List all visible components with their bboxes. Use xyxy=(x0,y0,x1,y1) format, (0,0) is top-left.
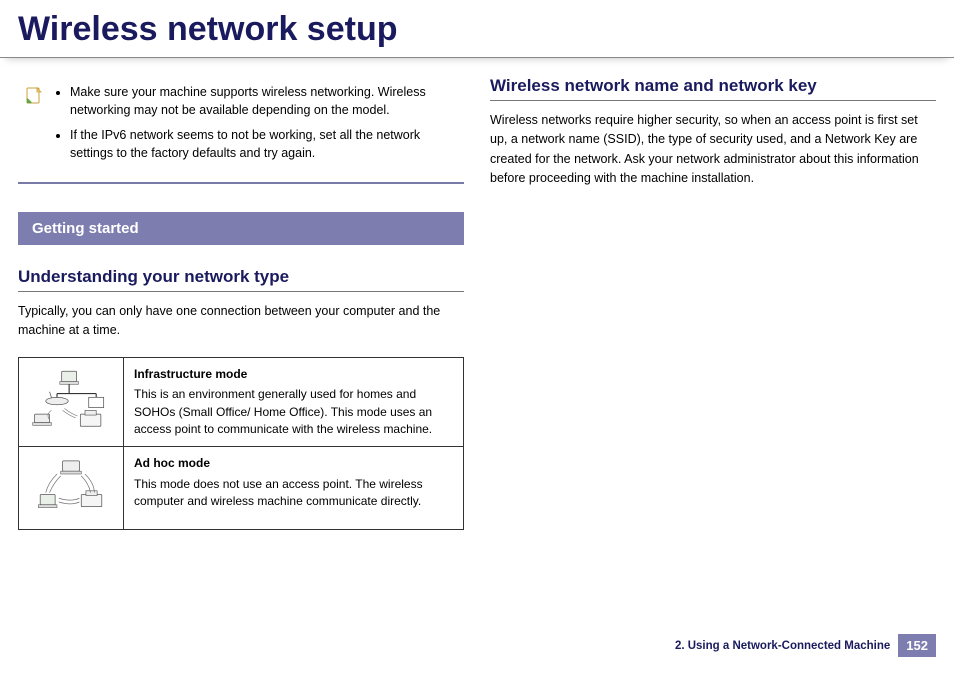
mode-desc: This mode does not use an access point. … xyxy=(134,477,423,508)
right-body: Wireless networks require higher securit… xyxy=(490,111,936,189)
page-title: Wireless network setup xyxy=(0,0,954,58)
content-area: Make sure your machine supports wireless… xyxy=(0,58,954,530)
mode-title: Ad hoc mode xyxy=(134,455,453,472)
right-column: Wireless network name and network key Wi… xyxy=(490,76,936,530)
note-list: Make sure your machine supports wireless… xyxy=(54,84,458,170)
section-heading: Getting started xyxy=(18,212,464,245)
mode-desc: This is an environment generally used fo… xyxy=(134,387,432,436)
note-box: Make sure your machine supports wireless… xyxy=(18,76,464,184)
note-item: If the IPv6 network seems to not be work… xyxy=(70,127,458,162)
subheading-network-type: Understanding your network type xyxy=(18,267,464,292)
left-column: Make sure your machine supports wireless… xyxy=(18,76,464,530)
page-number: 152 xyxy=(898,634,936,657)
adhoc-cell: Ad hoc mode This mode does not use an ac… xyxy=(124,447,464,530)
intro-text: Typically, you can only have one connect… xyxy=(18,302,464,341)
table-row: Ad hoc mode This mode does not use an ac… xyxy=(19,447,464,530)
chapter-label: 2. Using a Network-Connected Machine xyxy=(675,640,890,652)
infrastructure-cell: Infrastructure mode This is an environme… xyxy=(124,357,464,447)
mode-title: Infrastructure mode xyxy=(134,366,453,383)
page-footer: 2. Using a Network-Connected Machine 152 xyxy=(675,634,936,657)
adhoc-diagram xyxy=(19,447,124,530)
subheading-network-key: Wireless network name and network key xyxy=(490,76,936,101)
mode-table: Infrastructure mode This is an environme… xyxy=(18,357,464,531)
note-icon xyxy=(24,86,44,106)
table-row: Infrastructure mode This is an environme… xyxy=(19,357,464,447)
infrastructure-diagram xyxy=(19,357,124,447)
note-item: Make sure your machine supports wireless… xyxy=(70,84,458,119)
